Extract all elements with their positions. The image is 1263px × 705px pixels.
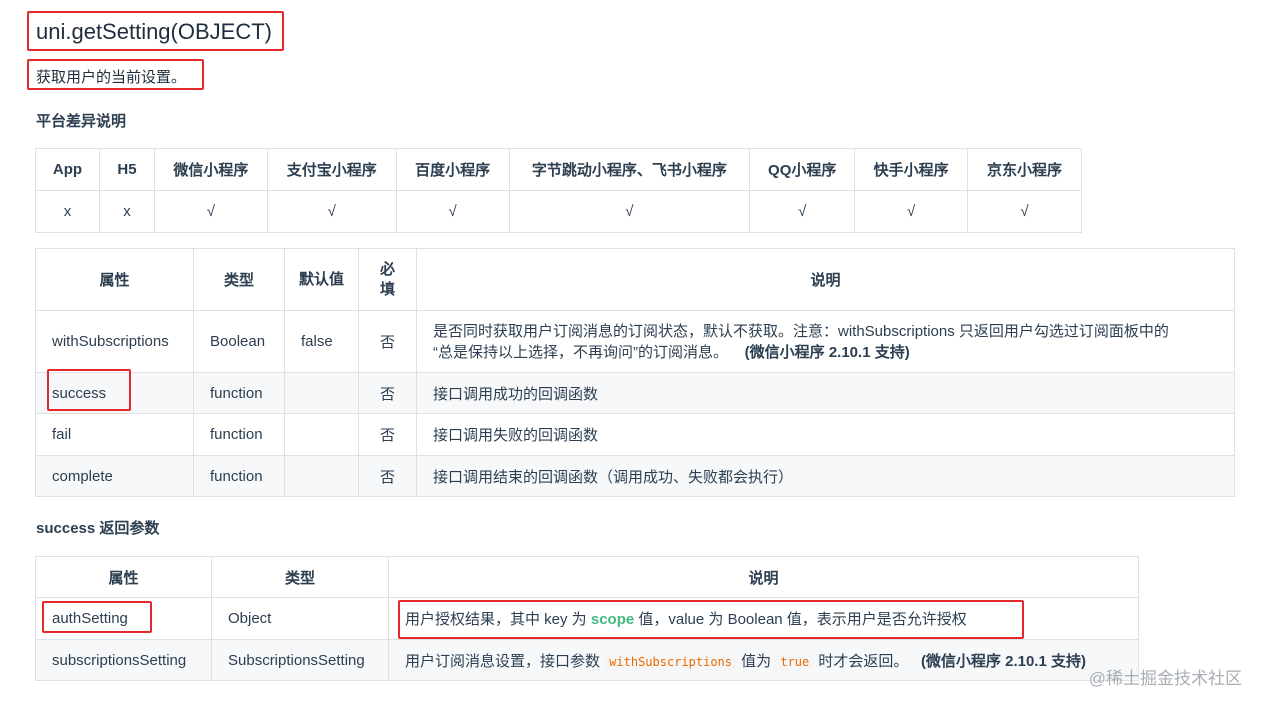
return-type: SubscriptionsSetting: [211, 639, 389, 681]
params-th-property: 属性: [35, 248, 194, 311]
platform-val-qq: √: [749, 190, 856, 233]
param-name: withSubscriptions: [35, 310, 194, 373]
params-table: 属性 类型 默认值 必填 说明 withSubscriptions Boolea…: [35, 248, 1235, 497]
success-th-property: 属性: [35, 556, 212, 598]
platform-header-row: App H5 微信小程序 支付宝小程序 百度小程序 字节跳动小程序、飞书小程序 …: [35, 148, 1082, 191]
highlight-box-success: [47, 369, 131, 411]
platform-th-kuaishou: 快手小程序: [854, 148, 969, 191]
param-required: 否: [358, 455, 417, 497]
success-th-description: 说明: [388, 556, 1139, 598]
param-description: 接口调用结束的回调函数（调用成功、失败都会执行）: [416, 455, 1235, 497]
return-name: subscriptionsSetting: [35, 639, 212, 681]
param-description: 接口调用成功的回调函数: [416, 372, 1235, 414]
highlight-box-description: [27, 59, 204, 90]
table-row: complete function 否 接口调用结束的回调函数（调用成功、失败都…: [35, 455, 1235, 497]
platform-val-alipay: √: [266, 190, 397, 233]
platform-val-h5: x: [98, 190, 155, 233]
highlight-box-authsetting-desc: [398, 600, 1024, 639]
platform-th-qq: QQ小程序: [749, 148, 856, 191]
params-th-required: 必填: [358, 248, 417, 311]
param-type: Boolean: [193, 310, 285, 373]
return-desc-note: (微信小程序 2.10.1 支持): [920, 652, 1086, 670]
platform-val-app: x: [35, 190, 100, 233]
platform-val-weixin: √: [153, 190, 268, 233]
table-row: subscriptionsSetting SubscriptionsSettin…: [35, 639, 1139, 681]
param-default: [284, 455, 359, 497]
param-default: false: [284, 310, 359, 373]
platform-val-jd: √: [967, 190, 1082, 233]
watermark: @稀土掘金技术社区: [1088, 669, 1242, 688]
platform-val-kuaishou: √: [854, 190, 969, 233]
platform-val-bytedance: √: [508, 190, 751, 233]
param-type: function: [193, 413, 285, 456]
platform-heading: 平台差异说明: [36, 113, 127, 130]
table-row: success function 否 接口调用成功的回调函数: [35, 372, 1235, 414]
params-th-description: 说明: [416, 248, 1235, 311]
params-th-type: 类型: [193, 248, 285, 311]
params-th-default: 默认值: [284, 248, 359, 311]
platform-th-weixin: 微信小程序: [153, 148, 268, 191]
param-type: function: [193, 455, 285, 497]
param-default: [284, 372, 359, 414]
platform-table: App H5 微信小程序 支付宝小程序 百度小程序 字节跳动小程序、飞书小程序 …: [35, 148, 1082, 233]
platform-th-app: App: [35, 148, 100, 191]
table-row: withSubscriptions Boolean false 否 是否同时获取…: [35, 310, 1235, 373]
return-desc-b: 值为: [737, 652, 776, 670]
platform-val-baidu: √: [395, 190, 510, 233]
param-description: 是否同时获取用户订阅消息的订阅状态，默认不获取。注意：withSubscript…: [416, 310, 1235, 373]
code-true: true: [775, 652, 815, 671]
return-type: Object: [211, 597, 389, 640]
success-th-type: 类型: [211, 556, 389, 598]
platform-th-alipay: 支付宝小程序: [266, 148, 397, 191]
platform-th-baidu: 百度小程序: [395, 148, 510, 191]
param-default: [284, 413, 359, 456]
param-description: 接口调用失败的回调函数: [416, 413, 1235, 456]
param-desc-line2-wrap: “总是保持以上选择，不再询问”的订阅消息。 (微信小程序 2.10.1 支持): [433, 342, 1233, 363]
params-header-row: 属性 类型 默认值 必填 说明: [35, 248, 1235, 311]
param-type: function: [193, 372, 285, 414]
param-desc-line2: “总是保持以上选择，不再询问”的订阅消息。: [433, 343, 728, 361]
success-return-heading: success 返回参数: [36, 520, 160, 537]
table-row: fail function 否 接口调用失败的回调函数: [35, 413, 1235, 456]
param-name: complete: [35, 455, 194, 497]
param-name: fail: [35, 413, 194, 456]
success-header-row: 属性 类型 说明: [35, 556, 1139, 598]
highlight-box-title: [27, 11, 284, 51]
return-description: 用户订阅消息设置，接口参数 withSubscriptions 值为 true …: [388, 639, 1139, 681]
platform-th-bytedance: 字节跳动小程序、飞书小程序: [508, 148, 751, 191]
param-required: 否: [358, 310, 417, 373]
return-desc-a: 用户订阅消息设置，接口参数: [405, 652, 605, 670]
platform-values-row: x x √ √ √ √ √ √ √: [35, 190, 1082, 233]
platform-th-jd: 京东小程序: [967, 148, 1082, 191]
param-required: 否: [358, 413, 417, 456]
code-with-subscriptions: withSubscriptions: [604, 652, 737, 671]
highlight-box-authsetting: [42, 601, 152, 633]
platform-th-h5: H5: [98, 148, 155, 191]
param-desc-line1: 是否同时获取用户订阅消息的订阅状态，默认不获取。注意：withSubscript…: [433, 322, 1169, 340]
return-desc-c: 时才会返回。: [814, 652, 909, 670]
param-required: 否: [358, 372, 417, 414]
param-desc-note: (微信小程序 2.10.1 支持): [744, 343, 910, 361]
